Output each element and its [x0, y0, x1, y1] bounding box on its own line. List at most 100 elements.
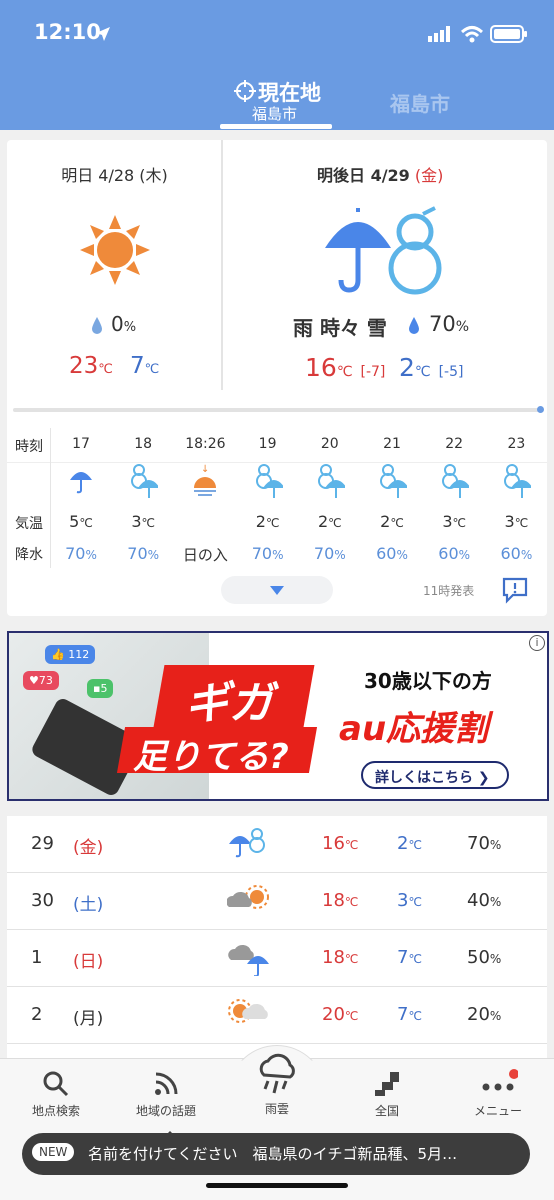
weekly-high: 16℃	[322, 833, 359, 854]
weekly-dow: (月)	[73, 1009, 104, 1029]
hourly-precip: 70%	[313, 544, 346, 563]
tab-search[interactable]: 地点検索	[6, 1069, 106, 1119]
ad-comments: 5	[100, 682, 108, 695]
hourly-time: 20	[320, 436, 339, 452]
weekly-dow: (金)	[73, 838, 104, 858]
dayafter-precip-unit: %	[455, 319, 470, 335]
hourly-temp: 3℃	[131, 512, 156, 531]
tomorrow-panel[interactable]: 明日 4/28 (木) 0% 23℃ 7℃	[7, 140, 222, 398]
weekly-row[interactable]: 1 (日) 18℃ 7℃ 50%	[7, 930, 547, 987]
forecast-card: 明日 4/28 (木) 0% 23℃ 7℃ 明後日 4/29 (金) 雨 時々 …	[7, 140, 547, 616]
rain-snow-icon	[442, 464, 472, 502]
hourly-precip-label: 降水	[15, 547, 43, 563]
tomorrow-high: 23	[69, 353, 99, 379]
weekly-row[interactable]: 29 (金) 16℃ 2℃ 70%	[7, 816, 547, 873]
ad-comment-badge: ▪5	[87, 679, 114, 698]
weekly-high: 20℃	[322, 1004, 359, 1025]
search-icon	[43, 1071, 69, 1097]
ad-headline1: ギガ	[185, 678, 273, 729]
weekly-high: 18℃	[322, 947, 359, 968]
rain-snow-icon	[131, 464, 161, 502]
hourly-precip: 70%	[127, 544, 160, 563]
dayafter-dow: (金)	[414, 166, 444, 185]
ad-hearts: 73	[38, 674, 53, 687]
news-headline: 名前を付けてください 福島県のイチゴ新品種、5月…	[88, 1145, 458, 1163]
tab-nation-label: 全国	[374, 1104, 399, 1118]
hourly-scroll-track[interactable]	[13, 408, 541, 412]
ad-info-icon[interactable]: i	[529, 635, 545, 651]
hourly-column: 20 2℃ 70%	[300, 430, 360, 563]
ad-like-badge: 👍 112	[45, 645, 96, 664]
ad-heart-badge: ♥73	[23, 671, 59, 690]
rain-snow-icon	[504, 464, 534, 502]
tomorrow-date: 明日 4/28 (木)	[61, 166, 168, 185]
ad-banner[interactable]: 👍 112 ♥73 ▪5 ギガ 足りてる? 30歳以下の方 au応援割 詳しくは…	[7, 631, 549, 801]
tomorrow-precip: 0	[111, 312, 124, 336]
chevron-down-icon	[270, 586, 284, 595]
hourly-precip: 60%	[376, 544, 408, 563]
weekly-low: 7℃	[397, 947, 422, 968]
sunset-icon: ↓	[194, 464, 217, 496]
hourly-column: 18 3℃ 70%	[113, 430, 173, 563]
hourly-column: 18:26 ↓ 日の入	[175, 430, 235, 564]
tab-menu[interactable]: メニュー	[448, 1069, 548, 1119]
dayafter-high-unit: ℃	[336, 364, 353, 380]
rain-icon	[70, 472, 92, 494]
dayafter-panel[interactable]: 明後日 4/29 (金) 雨 時々 雪 70% 16℃ [-7] 2℃ [-5]	[223, 140, 547, 398]
drop-icon	[409, 317, 419, 334]
hourly-temp: 5℃	[69, 512, 93, 531]
dayafter-low-diff: [-5]	[438, 364, 464, 380]
signal-icon	[428, 26, 450, 42]
weekly-low: 3℃	[397, 890, 422, 911]
location-arrow-icon	[96, 27, 110, 41]
dayafter-date: 明後日 4/29	[317, 166, 410, 185]
report-icon[interactable]	[501, 576, 529, 604]
hourly-column: 21 2℃ 60%	[362, 430, 422, 563]
news-badge: NEW	[32, 1143, 75, 1161]
ad-headline2: 足りてる?	[133, 737, 289, 777]
tab-nation[interactable]: 全国	[337, 1069, 437, 1119]
weekly-dow: (土)	[73, 895, 104, 915]
hourly-scroll-thumb[interactable]	[537, 406, 544, 413]
wifi-icon	[460, 26, 484, 43]
dayafter-high: 16	[305, 353, 337, 382]
hourly-precip: 70%	[251, 544, 284, 563]
weekly-precip: 20%	[467, 1004, 502, 1025]
hourly-time: 23	[507, 436, 526, 452]
ad-likes: 112	[68, 648, 90, 661]
tab-fukushima[interactable]: 福島市	[390, 88, 450, 117]
cloud-rain-icon	[228, 944, 269, 976]
tab-rain-radar[interactable]: 雨雲	[227, 1053, 327, 1117]
home-indicator	[206, 1183, 348, 1188]
dayafter-low: 2	[399, 353, 415, 382]
ad-target: 30歳以下の方	[364, 669, 492, 693]
more-icon	[482, 1069, 519, 1091]
hourly-time: 17	[72, 436, 90, 452]
weekly-row[interactable]: 30 (土) 18℃ 3℃ 40%	[7, 873, 547, 930]
rain-cloud-icon	[259, 1053, 295, 1094]
tab-current-sublabel: 福島市	[252, 105, 298, 123]
ad-cta-button[interactable]: 詳しくはこちら ❯	[361, 761, 509, 789]
expand-button[interactable]	[221, 576, 333, 604]
hourly-temp: 2℃	[380, 512, 404, 531]
tab-current-location[interactable]: 現在地 福島市	[228, 76, 328, 126]
sun-icon	[80, 215, 150, 285]
hourly-precip: 60%	[500, 544, 533, 563]
news-ticker[interactable]: NEW 名前を付けてください 福島県のイチゴ新品種、5月…	[22, 1133, 530, 1175]
tomorrow-precip-unit: %	[123, 320, 137, 335]
svg-text:↓: ↓	[201, 464, 209, 475]
weekly-row[interactable]: 2 (月) 20℃ 7℃ 20%	[7, 987, 547, 1044]
dayafter-condition: 雨 時々 雪	[293, 316, 387, 340]
tab-topics[interactable]: 地域の話題	[116, 1069, 216, 1137]
hourly-time: 22	[445, 436, 464, 452]
rain-snow-icon	[380, 464, 409, 502]
hourly-time: 21	[383, 436, 401, 452]
hourly-temp: 3℃	[442, 512, 467, 531]
weekly-day: 2	[31, 1004, 43, 1025]
bottom-tab-bar: 地点検索 地域の話題 雨雲 全国 メニュー	[0, 1045, 554, 1200]
weekly-forecast: 29 (金) 16℃ 2℃ 70% 30 (土) 18℃ 3℃ 40% 1 (日) 18℃ 7℃ 50% 2 (…	[7, 816, 547, 1066]
weekly-precip: 70%	[467, 833, 502, 854]
ad-cta-label: 詳しくはこちら	[375, 770, 473, 786]
rain-snow-icon	[255, 464, 285, 502]
hourly-time-label: 時刻	[15, 439, 43, 455]
